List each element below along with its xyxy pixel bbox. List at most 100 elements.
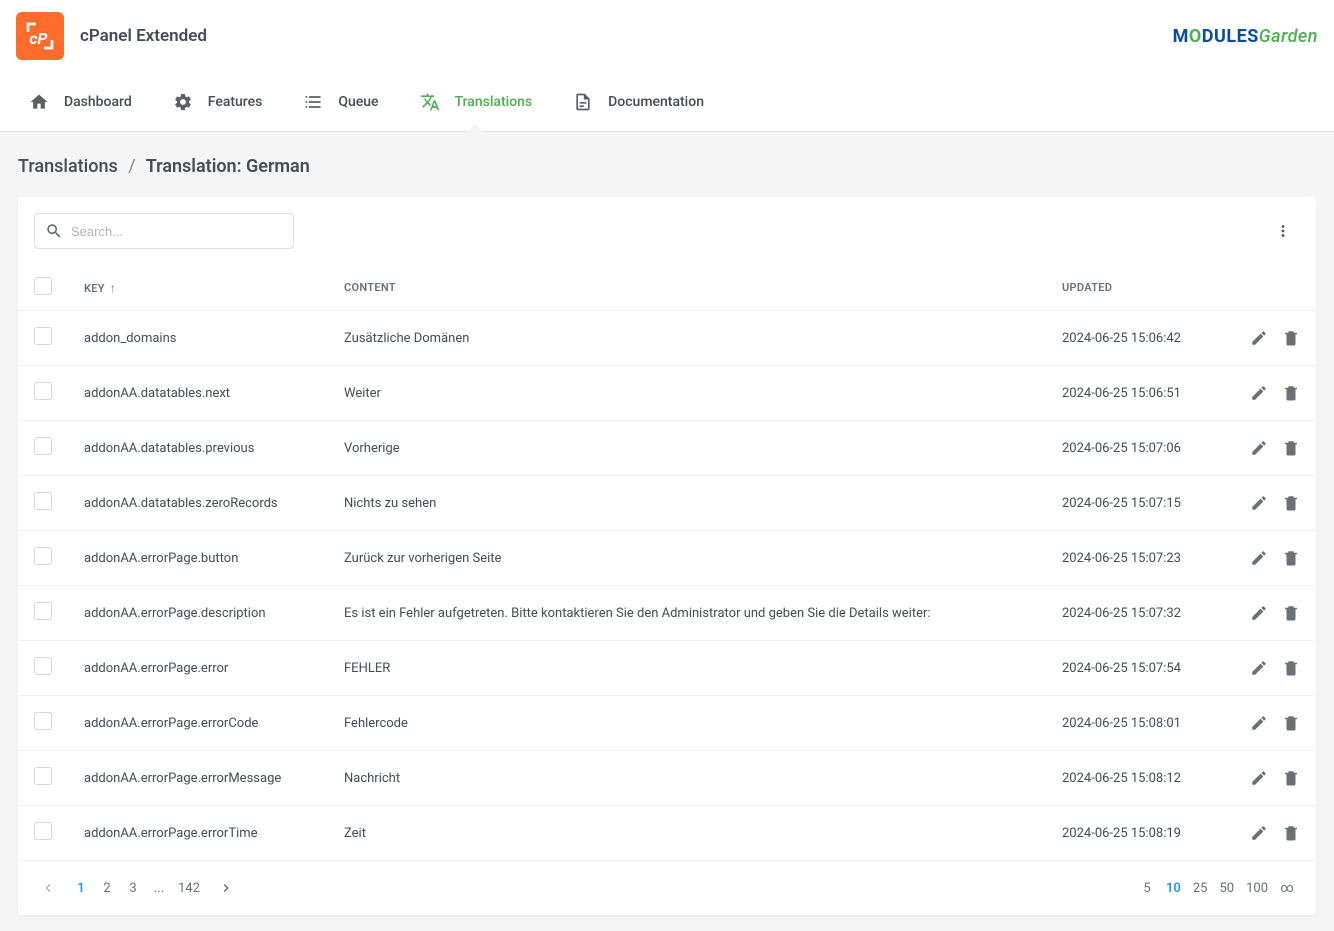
table-row: addonAA.datatables.previous Vorherige 2024… bbox=[18, 421, 1316, 476]
cell-updated: 2024-06-25 15:06:51 bbox=[1062, 386, 1181, 401]
breadcrumb: Translations / Translation: German bbox=[0, 132, 1334, 189]
breadcrumb-root[interactable]: Translations bbox=[18, 156, 118, 177]
row-checkbox[interactable] bbox=[34, 437, 52, 455]
breadcrumb-current: Translation: German bbox=[146, 156, 310, 177]
cell-updated: 2024-06-25 15:07:15 bbox=[1062, 496, 1181, 511]
page-sizes: 5102550100∞ bbox=[1134, 875, 1300, 901]
delete-button[interactable] bbox=[1282, 604, 1300, 622]
row-checkbox[interactable] bbox=[34, 327, 52, 345]
cell-content: Vorherige bbox=[344, 441, 400, 456]
page-size-option[interactable]: 5 bbox=[1134, 875, 1160, 901]
nav-translations-label: Translations bbox=[455, 94, 533, 110]
search-input[interactable] bbox=[71, 224, 283, 239]
cell-updated: 2024-06-25 15:08:19 bbox=[1062, 826, 1181, 841]
select-all-checkbox[interactable] bbox=[34, 277, 52, 295]
edit-button[interactable] bbox=[1250, 439, 1268, 457]
delete-button[interactable] bbox=[1282, 659, 1300, 677]
page-button[interactable]: 1 bbox=[68, 875, 94, 901]
delete-button[interactable] bbox=[1282, 769, 1300, 787]
cell-key: addonAA.errorPage.errorMessage bbox=[84, 771, 281, 786]
cell-content: Weiter bbox=[344, 386, 381, 401]
row-checkbox[interactable] bbox=[34, 547, 52, 565]
table-row: addonAA.datatables.nextWeiter2024-06-25 … bbox=[18, 366, 1316, 421]
cell-updated: 2024-06-25 15:07:06 bbox=[1062, 441, 1181, 456]
edit-button[interactable] bbox=[1250, 659, 1268, 677]
edit-button[interactable] bbox=[1250, 769, 1268, 787]
cell-content: Nichts zu sehen bbox=[344, 496, 436, 511]
page-size-option[interactable]: 50 bbox=[1213, 875, 1240, 901]
cell-updated: 2024-06-25 15:07:32 bbox=[1062, 606, 1181, 621]
delete-button[interactable] bbox=[1282, 549, 1300, 567]
cell-updated: 2024-06-25 15:08:12 bbox=[1062, 771, 1181, 786]
cell-key: addonAA.errorPage.description bbox=[84, 606, 266, 621]
modules-garden-logo: MODULESGarden bbox=[1173, 26, 1318, 47]
delete-button[interactable] bbox=[1282, 494, 1300, 512]
document-icon bbox=[572, 91, 594, 113]
page-size-option[interactable]: 10 bbox=[1160, 875, 1187, 901]
table-row: addonAA.errorPage.errorTimeZeit2024-06-2… bbox=[18, 806, 1316, 861]
delete-button[interactable] bbox=[1282, 824, 1300, 842]
delete-button[interactable] bbox=[1282, 714, 1300, 732]
cpanel-logo: cP bbox=[16, 12, 64, 60]
cell-content: Es ist ein Fehler aufgetreten. Bitte kon… bbox=[344, 606, 931, 621]
edit-button[interactable] bbox=[1250, 604, 1268, 622]
card-toolbar bbox=[18, 197, 1316, 265]
page-prev-button[interactable] bbox=[34, 875, 62, 901]
page-ellipsis: ... bbox=[146, 875, 172, 901]
nav-documentation[interactable]: Documentation bbox=[552, 73, 724, 131]
edit-button[interactable] bbox=[1250, 714, 1268, 732]
nav-documentation-label: Documentation bbox=[608, 94, 704, 110]
sort-asc-icon: ↑ bbox=[110, 281, 116, 295]
edit-button[interactable] bbox=[1250, 329, 1268, 347]
header: cP cPanel Extended MODULESGarden bbox=[0, 0, 1334, 73]
edit-button[interactable] bbox=[1250, 384, 1268, 402]
row-checkbox[interactable] bbox=[34, 382, 52, 400]
delete-button[interactable] bbox=[1282, 384, 1300, 402]
table-row: addonAA.errorPage.errorMessageNachricht2… bbox=[18, 751, 1316, 806]
breadcrumb-sep: / bbox=[128, 156, 135, 177]
delete-button[interactable] bbox=[1282, 329, 1300, 347]
page-button[interactable]: 142 bbox=[172, 875, 206, 901]
cell-content: FEHLER bbox=[344, 661, 390, 676]
edit-button[interactable] bbox=[1250, 494, 1268, 512]
row-checkbox[interactable] bbox=[34, 767, 52, 785]
pagination: 123...142 bbox=[34, 875, 240, 901]
edit-button[interactable] bbox=[1250, 549, 1268, 567]
cell-content: Fehlercode bbox=[344, 716, 408, 731]
col-header-key[interactable]: KEY ↑ bbox=[68, 265, 328, 311]
nav-queue-label: Queue bbox=[338, 94, 378, 110]
cell-updated: 2024-06-25 15:07:23 bbox=[1062, 551, 1181, 566]
row-checkbox[interactable] bbox=[34, 492, 52, 510]
cell-updated: 2024-06-25 15:07:54 bbox=[1062, 661, 1181, 676]
svg-text:cP: cP bbox=[29, 29, 48, 48]
cell-key: addonAA.errorPage.button bbox=[84, 551, 238, 566]
nav-features[interactable]: Features bbox=[152, 73, 283, 131]
nav-translations[interactable]: Translations bbox=[399, 73, 553, 131]
cell-key: addonAA.datatables.previous bbox=[84, 441, 254, 456]
page-size-option[interactable]: ∞ bbox=[1274, 875, 1300, 901]
cell-key: addonAA.errorPage.error bbox=[84, 661, 228, 676]
delete-button[interactable] bbox=[1282, 439, 1300, 457]
more-menu-button[interactable] bbox=[1266, 218, 1300, 244]
nav-dashboard-label: Dashboard bbox=[64, 94, 132, 110]
page-button[interactable]: 2 bbox=[94, 875, 120, 901]
nav-dashboard[interactable]: Dashboard bbox=[8, 73, 152, 131]
page-button[interactable]: 3 bbox=[120, 875, 146, 901]
row-checkbox[interactable] bbox=[34, 822, 52, 840]
page-size-option[interactable]: 25 bbox=[1187, 875, 1214, 901]
translations-card: KEY ↑ CONTENT UPDATED addon_domainsZusät… bbox=[18, 197, 1316, 915]
col-header-content[interactable]: CONTENT bbox=[328, 265, 1046, 311]
list-icon bbox=[302, 91, 324, 113]
row-checkbox[interactable] bbox=[34, 657, 52, 675]
edit-button[interactable] bbox=[1250, 824, 1268, 842]
nav-queue[interactable]: Queue bbox=[282, 73, 398, 131]
home-icon bbox=[28, 91, 50, 113]
table-row: addonAA.errorPage.errorCodeFehlercode202… bbox=[18, 696, 1316, 751]
cell-updated: 2024-06-25 15:06:42 bbox=[1062, 331, 1181, 346]
table-row: addon_domainsZusätzliche Domänen2024-06-… bbox=[18, 311, 1316, 366]
page-next-button[interactable] bbox=[212, 875, 240, 901]
row-checkbox[interactable] bbox=[34, 712, 52, 730]
page-size-option[interactable]: 100 bbox=[1240, 875, 1274, 901]
col-header-updated[interactable]: UPDATED bbox=[1046, 265, 1226, 311]
row-checkbox[interactable] bbox=[34, 602, 52, 620]
